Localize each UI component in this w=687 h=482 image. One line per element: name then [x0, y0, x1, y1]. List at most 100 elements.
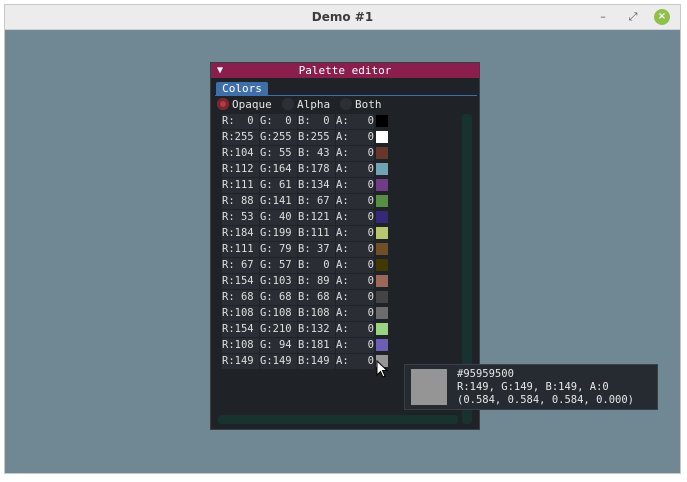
color-row: R:154 G:210 B:132 A: 0 [218, 322, 458, 337]
blue-field[interactable]: B: 68 [298, 290, 335, 305]
red-field[interactable]: R:184 [222, 226, 259, 241]
blue-field[interactable]: B:111 [298, 226, 335, 241]
color-swatch[interactable] [376, 323, 388, 335]
tab-colors[interactable]: Colors [216, 82, 268, 95]
red-field[interactable]: R:111 [222, 242, 259, 257]
alpha-field[interactable]: A: 0 [336, 322, 374, 337]
alpha-field[interactable]: A: 0 [336, 290, 374, 305]
blue-field[interactable]: B:255 [298, 130, 335, 145]
green-field[interactable]: G:149 [260, 354, 297, 369]
green-field[interactable]: G:108 [260, 306, 297, 321]
tooltip-rgba: R:149, G:149, B:149, A:0 [457, 381, 609, 393]
color-swatch[interactable] [376, 307, 388, 319]
color-swatch[interactable] [376, 291, 388, 303]
color-swatch[interactable] [376, 195, 388, 207]
green-field[interactable]: G: 79 [260, 242, 297, 257]
green-field[interactable]: G: 61 [260, 178, 297, 193]
color-swatch[interactable] [376, 131, 388, 143]
color-swatch[interactable] [376, 147, 388, 159]
color-swatch[interactable] [376, 179, 388, 191]
alpha-field[interactable]: A: 0 [336, 210, 374, 225]
red-field[interactable]: R: 67 [222, 258, 259, 273]
green-field[interactable]: G:199 [260, 226, 297, 241]
green-field[interactable]: G:103 [260, 274, 297, 289]
blue-field[interactable]: B:149 [298, 354, 335, 369]
blue-field[interactable]: B:108 [298, 306, 335, 321]
alpha-field[interactable]: A: 0 [336, 178, 374, 193]
radio-both-label: Both [355, 98, 382, 111]
color-swatch[interactable] [376, 211, 388, 223]
blue-field[interactable]: B:181 [298, 338, 335, 353]
alpha-field[interactable]: A: 0 [336, 130, 374, 145]
tooltip-float: (0.584, 0.584, 0.584, 0.000) [457, 394, 635, 406]
blue-field[interactable]: B: 37 [298, 242, 335, 257]
maximize-icon[interactable]: ⤢ [625, 9, 641, 25]
tooltip-text: #95959500 R:149, G:149, B:149, A:0 (0.58… [457, 368, 634, 407]
color-swatch[interactable] [376, 275, 388, 287]
color-swatch[interactable] [376, 227, 388, 239]
mouse-cursor-icon [376, 360, 389, 378]
color-swatch[interactable] [376, 339, 388, 351]
green-field[interactable]: G: 55 [260, 146, 297, 161]
blue-field[interactable]: B:178 [298, 162, 335, 177]
alpha-field[interactable]: A: 0 [336, 114, 374, 129]
red-field[interactable]: R: 88 [222, 194, 259, 209]
alpha-field[interactable]: A: 0 [336, 242, 374, 257]
radio-unselected-icon [340, 98, 352, 110]
color-row: R:111 G: 79 B: 37 A: 0 [218, 242, 458, 257]
green-field[interactable]: G:255 [260, 130, 297, 145]
alpha-field[interactable]: A: 0 [336, 226, 374, 241]
color-swatch[interactable] [376, 243, 388, 255]
red-field[interactable]: R:111 [222, 178, 259, 193]
blue-field[interactable]: B: 43 [298, 146, 335, 161]
red-field[interactable]: R:104 [222, 146, 259, 161]
horizontal-scrollbar[interactable] [218, 415, 458, 424]
blue-field[interactable]: B: 0 [298, 258, 335, 273]
color-row: R:108 G:108 B:108 A: 0 [218, 306, 458, 321]
alpha-field[interactable]: A: 0 [336, 258, 374, 273]
green-field[interactable]: G: 57 [260, 258, 297, 273]
alpha-field[interactable]: A: 0 [336, 306, 374, 321]
alpha-field[interactable]: A: 0 [336, 274, 374, 289]
red-field[interactable]: R:154 [222, 274, 259, 289]
blue-field[interactable]: B: 0 [298, 114, 335, 129]
radio-opaque-label: Opaque [232, 98, 272, 111]
palette-editor-titlebar[interactable]: ▼ Palette editor [211, 63, 479, 78]
color-swatch[interactable] [376, 115, 388, 127]
alpha-field[interactable]: A: 0 [336, 194, 374, 209]
color-swatch[interactable] [376, 259, 388, 271]
red-field[interactable]: R: 53 [222, 210, 259, 225]
blue-field[interactable]: B:134 [298, 178, 335, 193]
red-field[interactable]: R:108 [222, 306, 259, 321]
green-field[interactable]: G:164 [260, 162, 297, 177]
color-row: R:111 G: 61 B:134 A: 0 [218, 178, 458, 193]
color-row: R: 67 G: 57 B: 0 A: 0 [218, 258, 458, 273]
color-row: R: 53 G: 40 B:121 A: 0 [218, 210, 458, 225]
red-field[interactable]: R:108 [222, 338, 259, 353]
minimize-icon[interactable]: – [595, 9, 611, 25]
alpha-field[interactable]: A: 0 [336, 354, 374, 369]
green-field[interactable]: G:141 [260, 194, 297, 209]
red-field[interactable]: R: 0 [222, 114, 259, 129]
blue-field[interactable]: B:121 [298, 210, 335, 225]
red-field[interactable]: R: 68 [222, 290, 259, 305]
color-swatch[interactable] [376, 163, 388, 175]
green-field[interactable]: G: 68 [260, 290, 297, 305]
green-field[interactable]: G: 94 [260, 338, 297, 353]
close-icon[interactable]: × [654, 9, 670, 25]
blue-field[interactable]: B: 89 [298, 274, 335, 289]
red-field[interactable]: R:255 [222, 130, 259, 145]
blue-field[interactable]: B: 67 [298, 194, 335, 209]
window-titlebar[interactable]: Demo #1 – ⤢ × [5, 5, 680, 30]
red-field[interactable]: R:112 [222, 162, 259, 177]
red-field[interactable]: R:154 [222, 322, 259, 337]
alpha-field[interactable]: A: 0 [336, 162, 374, 177]
green-field[interactable]: G: 0 [260, 114, 297, 129]
color-row: R: 68 G: 68 B: 68 A: 0 [218, 290, 458, 305]
green-field[interactable]: G:210 [260, 322, 297, 337]
alpha-field[interactable]: A: 0 [336, 146, 374, 161]
green-field[interactable]: G: 40 [260, 210, 297, 225]
red-field[interactable]: R:149 [222, 354, 259, 369]
alpha-field[interactable]: A: 0 [336, 338, 374, 353]
blue-field[interactable]: B:132 [298, 322, 335, 337]
